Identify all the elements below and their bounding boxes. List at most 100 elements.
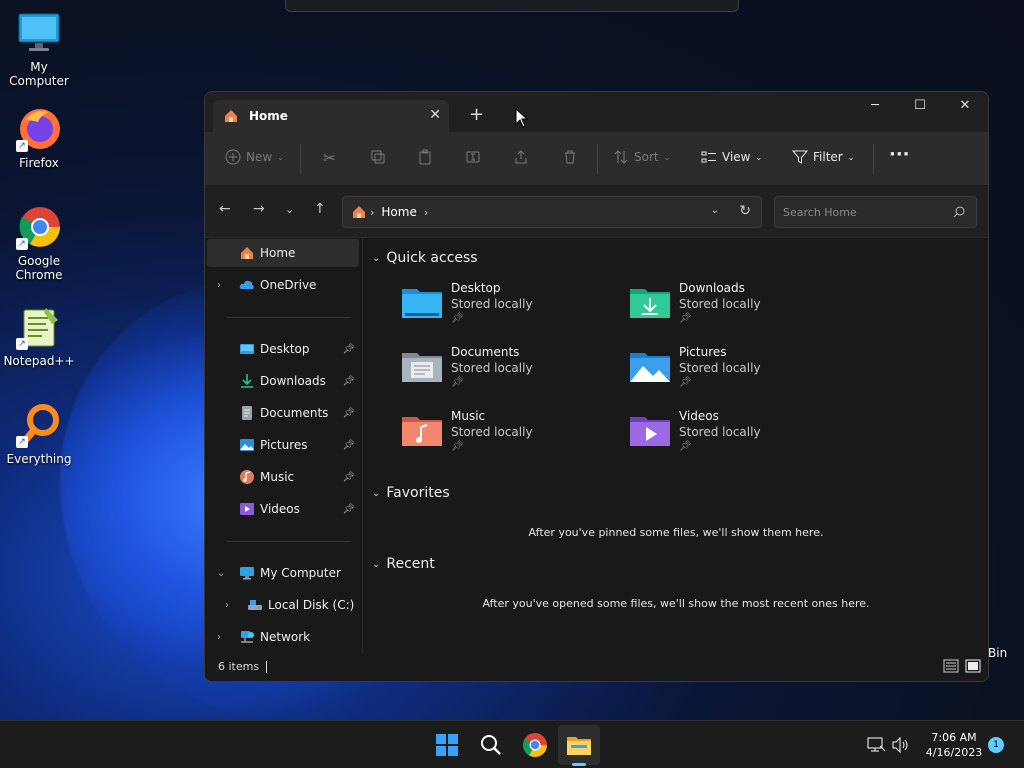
item-location: Stored locally — [451, 297, 533, 311]
toolbar-divider — [597, 144, 598, 174]
sidebar-item-documents[interactable]: Documents 📌︎ — [207, 399, 359, 427]
minimize-button[interactable]: ─ — [860, 98, 890, 113]
chevron-right-icon[interactable]: › — [225, 600, 229, 611]
file-explorer-taskbar-icon[interactable] — [565, 731, 593, 759]
details-view-icon[interactable] — [943, 659, 959, 673]
pin-icon: 📌︎ — [679, 377, 692, 388]
recent-header[interactable]: ⌄ Recent — [372, 556, 435, 572]
breadcrumb-separator-icon[interactable]: › — [424, 206, 428, 219]
cut-button[interactable]: ✂ — [323, 149, 336, 167]
chevron-right-icon[interactable]: › — [217, 632, 221, 643]
address-history-chevron-icon[interactable]: ⌄ — [711, 205, 719, 216]
tab-home[interactable]: Home ✕ — [213, 100, 449, 132]
more-options-button[interactable]: ··· — [889, 144, 910, 165]
pin-icon[interactable]: 📌︎ — [342, 504, 355, 515]
sidebar-item-my-computer[interactable]: ⌄ My Computer — [207, 559, 359, 587]
quick-access-item-music[interactable]: Music Stored locally 📌︎ — [401, 409, 611, 459]
sidebar-item-home[interactable]: Home — [207, 239, 359, 267]
recent-locations-button[interactable]: ⌄ — [285, 203, 294, 216]
chevron-right-icon[interactable]: › — [217, 280, 221, 291]
desktop-folder-icon — [402, 289, 442, 318]
quick-access-item-videos[interactable]: Videos Stored locally 📌︎ — [629, 409, 839, 459]
search-input[interactable] — [775, 197, 935, 227]
music-folder-icon — [402, 417, 442, 446]
sidebar-item-network[interactable]: › Network — [207, 623, 359, 651]
chevron-down-icon[interactable]: ⌄ — [372, 488, 380, 499]
search-icon[interactable] — [477, 731, 505, 759]
up-button[interactable]: ↑ — [314, 201, 326, 217]
close-window-button[interactable]: ✕ — [950, 98, 980, 113]
chevron-down-icon[interactable]: ⌄ — [372, 559, 380, 570]
volume-icon[interactable] — [891, 736, 911, 754]
quick-access-item-documents[interactable]: Documents Stored locally 📌︎ — [401, 345, 611, 395]
delete-button[interactable] — [562, 149, 578, 165]
pin-icon[interactable]: 📌︎ — [342, 440, 355, 451]
pin-icon[interactable]: 📌︎ — [342, 344, 355, 355]
quick-access-item-pictures[interactable]: Pictures Stored locally 📌︎ — [629, 345, 839, 395]
quick-access-item-downloads[interactable]: Downloads Stored locally 📌︎ — [629, 281, 839, 331]
monitor-icon — [16, 10, 62, 56]
pictures-folder-icon — [630, 353, 670, 382]
file-explorer-window: Home ✕ + ─ ☐ ✕ New ⌄ ✂ Sort ⌄ View ⌄ Fil… — [204, 91, 989, 682]
close-tab-icon[interactable]: ✕ — [429, 107, 441, 123]
maximize-button[interactable]: ☐ — [905, 98, 935, 113]
pin-icon[interactable]: 📌︎ — [342, 472, 355, 483]
view-label: View — [722, 150, 751, 164]
desktop-icon-everything[interactable]: ↗ Everything — [0, 402, 78, 466]
clock[interactable]: 7:06 AM 4/16/2023 — [920, 730, 988, 760]
refresh-icon[interactable]: ↻ — [739, 203, 751, 219]
rename-button[interactable] — [465, 149, 481, 165]
search-box[interactable] — [774, 196, 977, 228]
back-button[interactable]: ← — [219, 201, 231, 217]
download-arrow-icon — [241, 374, 253, 388]
start-windows-icon[interactable] — [433, 731, 461, 759]
sidebar-item-music[interactable]: Music 📌︎ — [207, 463, 359, 491]
desktop-icon-firefox[interactable]: ↗ Firefox — [0, 106, 78, 170]
sidebar-item-label: Pictures — [260, 438, 308, 452]
notification-badge[interactable]: 1 — [988, 737, 1004, 753]
filter-button[interactable]: Filter ⌄ — [792, 149, 854, 165]
more-dots-icon: ··· — [889, 144, 910, 165]
desktop-icon-notepadpp[interactable]: ↗ Notepad++ — [0, 304, 78, 368]
desktop-icon-label: Google Chrome — [15, 254, 63, 282]
pin-icon[interactable]: 📌︎ — [342, 408, 355, 419]
cloud-icon — [239, 280, 254, 289]
new-tab-button[interactable]: + — [469, 104, 484, 125]
quick-access-header[interactable]: ⌄ Quick access — [372, 250, 478, 266]
active-app-indicator — [572, 763, 586, 766]
home-icon — [241, 247, 253, 259]
clipboard-icon — [419, 149, 431, 165]
quick-access-item-desktop[interactable]: Desktop Stored locally 📌︎ — [401, 281, 611, 331]
sidebar-item-videos[interactable]: Videos 📌︎ — [207, 495, 359, 523]
pin-icon: 📌︎ — [679, 313, 692, 324]
item-name: Music — [451, 409, 486, 423]
view-button[interactable]: View ⌄ — [701, 149, 762, 165]
desktop-icon-my-computer[interactable]: My Computer — [0, 10, 78, 88]
chrome-taskbar-icon[interactable] — [521, 731, 549, 759]
sort-button[interactable]: Sort ⌄ — [613, 149, 670, 165]
new-button[interactable]: New ⌄ — [225, 149, 284, 165]
breadcrumb-home[interactable]: Home — [381, 205, 416, 219]
sidebar-item-desktop[interactable]: Desktop 📌︎ — [207, 335, 359, 363]
arrow-right-icon: → — [253, 201, 265, 217]
copy-button[interactable] — [370, 149, 386, 165]
item-location: Stored locally — [451, 361, 533, 375]
chevron-down-icon[interactable]: ⌄ — [217, 568, 225, 579]
sidebar-item-local-disk[interactable]: › Local Disk (C:) — [207, 591, 359, 619]
sidebar-item-downloads[interactable]: Downloads 📌︎ — [207, 367, 359, 395]
breadcrumb-separator-icon[interactable]: › — [370, 206, 374, 219]
sidebar-item-pictures[interactable]: Pictures 📌︎ — [207, 431, 359, 459]
favorites-header[interactable]: ⌄ Favorites — [372, 485, 450, 501]
paste-button[interactable] — [417, 149, 433, 165]
recycle-bin-label[interactable]: Bin — [988, 646, 1007, 660]
everything-search-icon: ↗ — [16, 402, 62, 448]
share-button[interactable] — [513, 149, 529, 165]
tiles-view-icon[interactable] — [965, 659, 981, 673]
pin-icon[interactable]: 📌︎ — [342, 376, 355, 387]
chevron-down-icon[interactable]: ⌄ — [372, 253, 380, 264]
forward-button[interactable]: → — [253, 201, 265, 217]
network-status-icon[interactable] — [866, 736, 886, 754]
address-bar[interactable]: › Home › ⌄ ↻ — [342, 196, 762, 228]
sidebar-item-onedrive[interactable]: › OneDrive — [207, 271, 359, 299]
desktop-icon-chrome[interactable]: ↗ Google Chrome — [0, 204, 78, 282]
